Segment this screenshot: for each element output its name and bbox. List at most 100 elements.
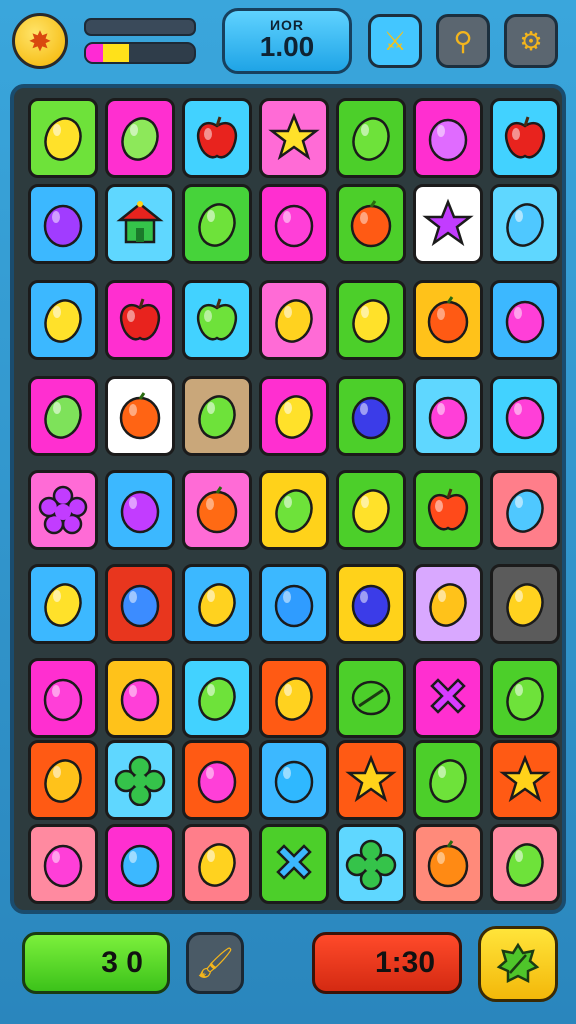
board-tile[interactable] [259, 280, 329, 360]
settings-button[interactable]: ⚙ [504, 14, 558, 68]
board-tile[interactable] [336, 658, 406, 738]
board-tile[interactable] [105, 740, 175, 820]
board-tile[interactable] [336, 470, 406, 550]
board-tile[interactable] [490, 470, 560, 550]
board-tile[interactable] [182, 280, 252, 360]
board-tile[interactable] [259, 824, 329, 904]
board-tile[interactable] [182, 184, 252, 264]
board-tile[interactable] [413, 184, 483, 264]
board-tile[interactable] [182, 470, 252, 550]
board-tile[interactable] [336, 564, 406, 644]
board-tile[interactable] [336, 824, 406, 904]
board-tile[interactable] [28, 740, 98, 820]
apple-icon [196, 298, 238, 341]
lemon-icon [429, 583, 467, 627]
board-tile[interactable] [105, 470, 175, 550]
board-tile[interactable] [259, 564, 329, 644]
board-tile[interactable] [28, 658, 98, 738]
apple-icon [504, 116, 546, 159]
board-tile[interactable] [413, 658, 483, 738]
board-tile[interactable] [259, 658, 329, 738]
carousel-icon [116, 201, 164, 244]
board-tile[interactable] [28, 184, 98, 264]
lemon-icon [352, 489, 390, 533]
board-tile[interactable] [259, 98, 329, 178]
board-tile[interactable] [413, 740, 483, 820]
board-tile[interactable] [413, 376, 483, 456]
board-tile[interactable] [490, 824, 560, 904]
board-tile[interactable] [490, 658, 560, 738]
board-tile[interactable] [259, 376, 329, 456]
plum-icon [274, 204, 314, 248]
orange-icon [427, 296, 469, 344]
board-tile[interactable] [28, 280, 98, 360]
bottom-hud: 3 0 🖌 1:30 [0, 918, 576, 1024]
board-tile[interactable] [28, 470, 98, 550]
lemon-icon [506, 203, 544, 247]
board-tile[interactable] [490, 98, 560, 178]
board-tile[interactable] [336, 98, 406, 178]
apple-icon [196, 116, 238, 159]
board-tile[interactable] [105, 658, 175, 738]
board-tile[interactable] [105, 98, 175, 178]
board-tile[interactable] [413, 564, 483, 644]
board-tile[interactable] [490, 376, 560, 456]
board-tile[interactable] [490, 740, 560, 820]
lemon-icon [198, 203, 236, 247]
board-tile[interactable] [336, 280, 406, 360]
board-tile[interactable] [490, 564, 560, 644]
brush-icon: 🖌 [195, 946, 235, 980]
board-tile[interactable] [490, 184, 560, 264]
board-tile[interactable] [259, 470, 329, 550]
board-tile[interactable] [105, 376, 175, 456]
board-tile[interactable] [28, 98, 98, 178]
board-tile[interactable] [182, 740, 252, 820]
board-tile[interactable] [182, 564, 252, 644]
board-tile[interactable] [105, 280, 175, 360]
board-tile[interactable] [336, 740, 406, 820]
star-icon [499, 754, 551, 803]
lemon-icon [506, 843, 544, 887]
plum-icon [120, 678, 160, 722]
star-icon[interactable]: ✸ [12, 13, 68, 69]
board-tile[interactable] [105, 564, 175, 644]
board-tile[interactable] [105, 824, 175, 904]
board-tile[interactable] [105, 184, 175, 264]
board-tile[interactable] [182, 824, 252, 904]
candy-icon [351, 680, 391, 716]
board-tile[interactable] [182, 98, 252, 178]
lemon-icon [198, 677, 236, 721]
board-tile[interactable] [182, 658, 252, 738]
board-tile[interactable] [413, 98, 483, 178]
board-tile[interactable] [28, 376, 98, 456]
plum-icon [428, 396, 468, 440]
plum-icon [120, 490, 160, 534]
lemon-icon [506, 489, 544, 533]
board-tile[interactable] [182, 376, 252, 456]
lemon-icon [275, 299, 313, 343]
board-tile[interactable] [28, 564, 98, 644]
leaf-booster-button[interactable] [478, 926, 558, 1002]
hammer-tool-button[interactable]: ⚔ [368, 14, 422, 68]
moves-counter: 3 0 [22, 932, 170, 994]
score-panel: ИOR 1.00 [222, 8, 352, 74]
board-tile[interactable] [259, 740, 329, 820]
search-tool-button[interactable]: ⚲ [436, 14, 490, 68]
plum-icon [351, 396, 391, 440]
leaf-icon [496, 942, 540, 984]
plum-icon [505, 300, 545, 344]
lemon-icon [198, 583, 236, 627]
board-tile[interactable] [413, 824, 483, 904]
clover-icon [114, 755, 166, 806]
plum-icon [120, 584, 160, 628]
board-tile[interactable] [336, 184, 406, 264]
board-tile[interactable] [336, 376, 406, 456]
board-tile[interactable] [413, 280, 483, 360]
lemon-icon [44, 117, 82, 161]
plum-icon [274, 760, 314, 804]
board-tile[interactable] [490, 280, 560, 360]
board-tile[interactable] [259, 184, 329, 264]
board-tile[interactable] [413, 470, 483, 550]
board-tile[interactable] [28, 824, 98, 904]
brush-booster-button[interactable]: 🖌 [186, 932, 244, 994]
